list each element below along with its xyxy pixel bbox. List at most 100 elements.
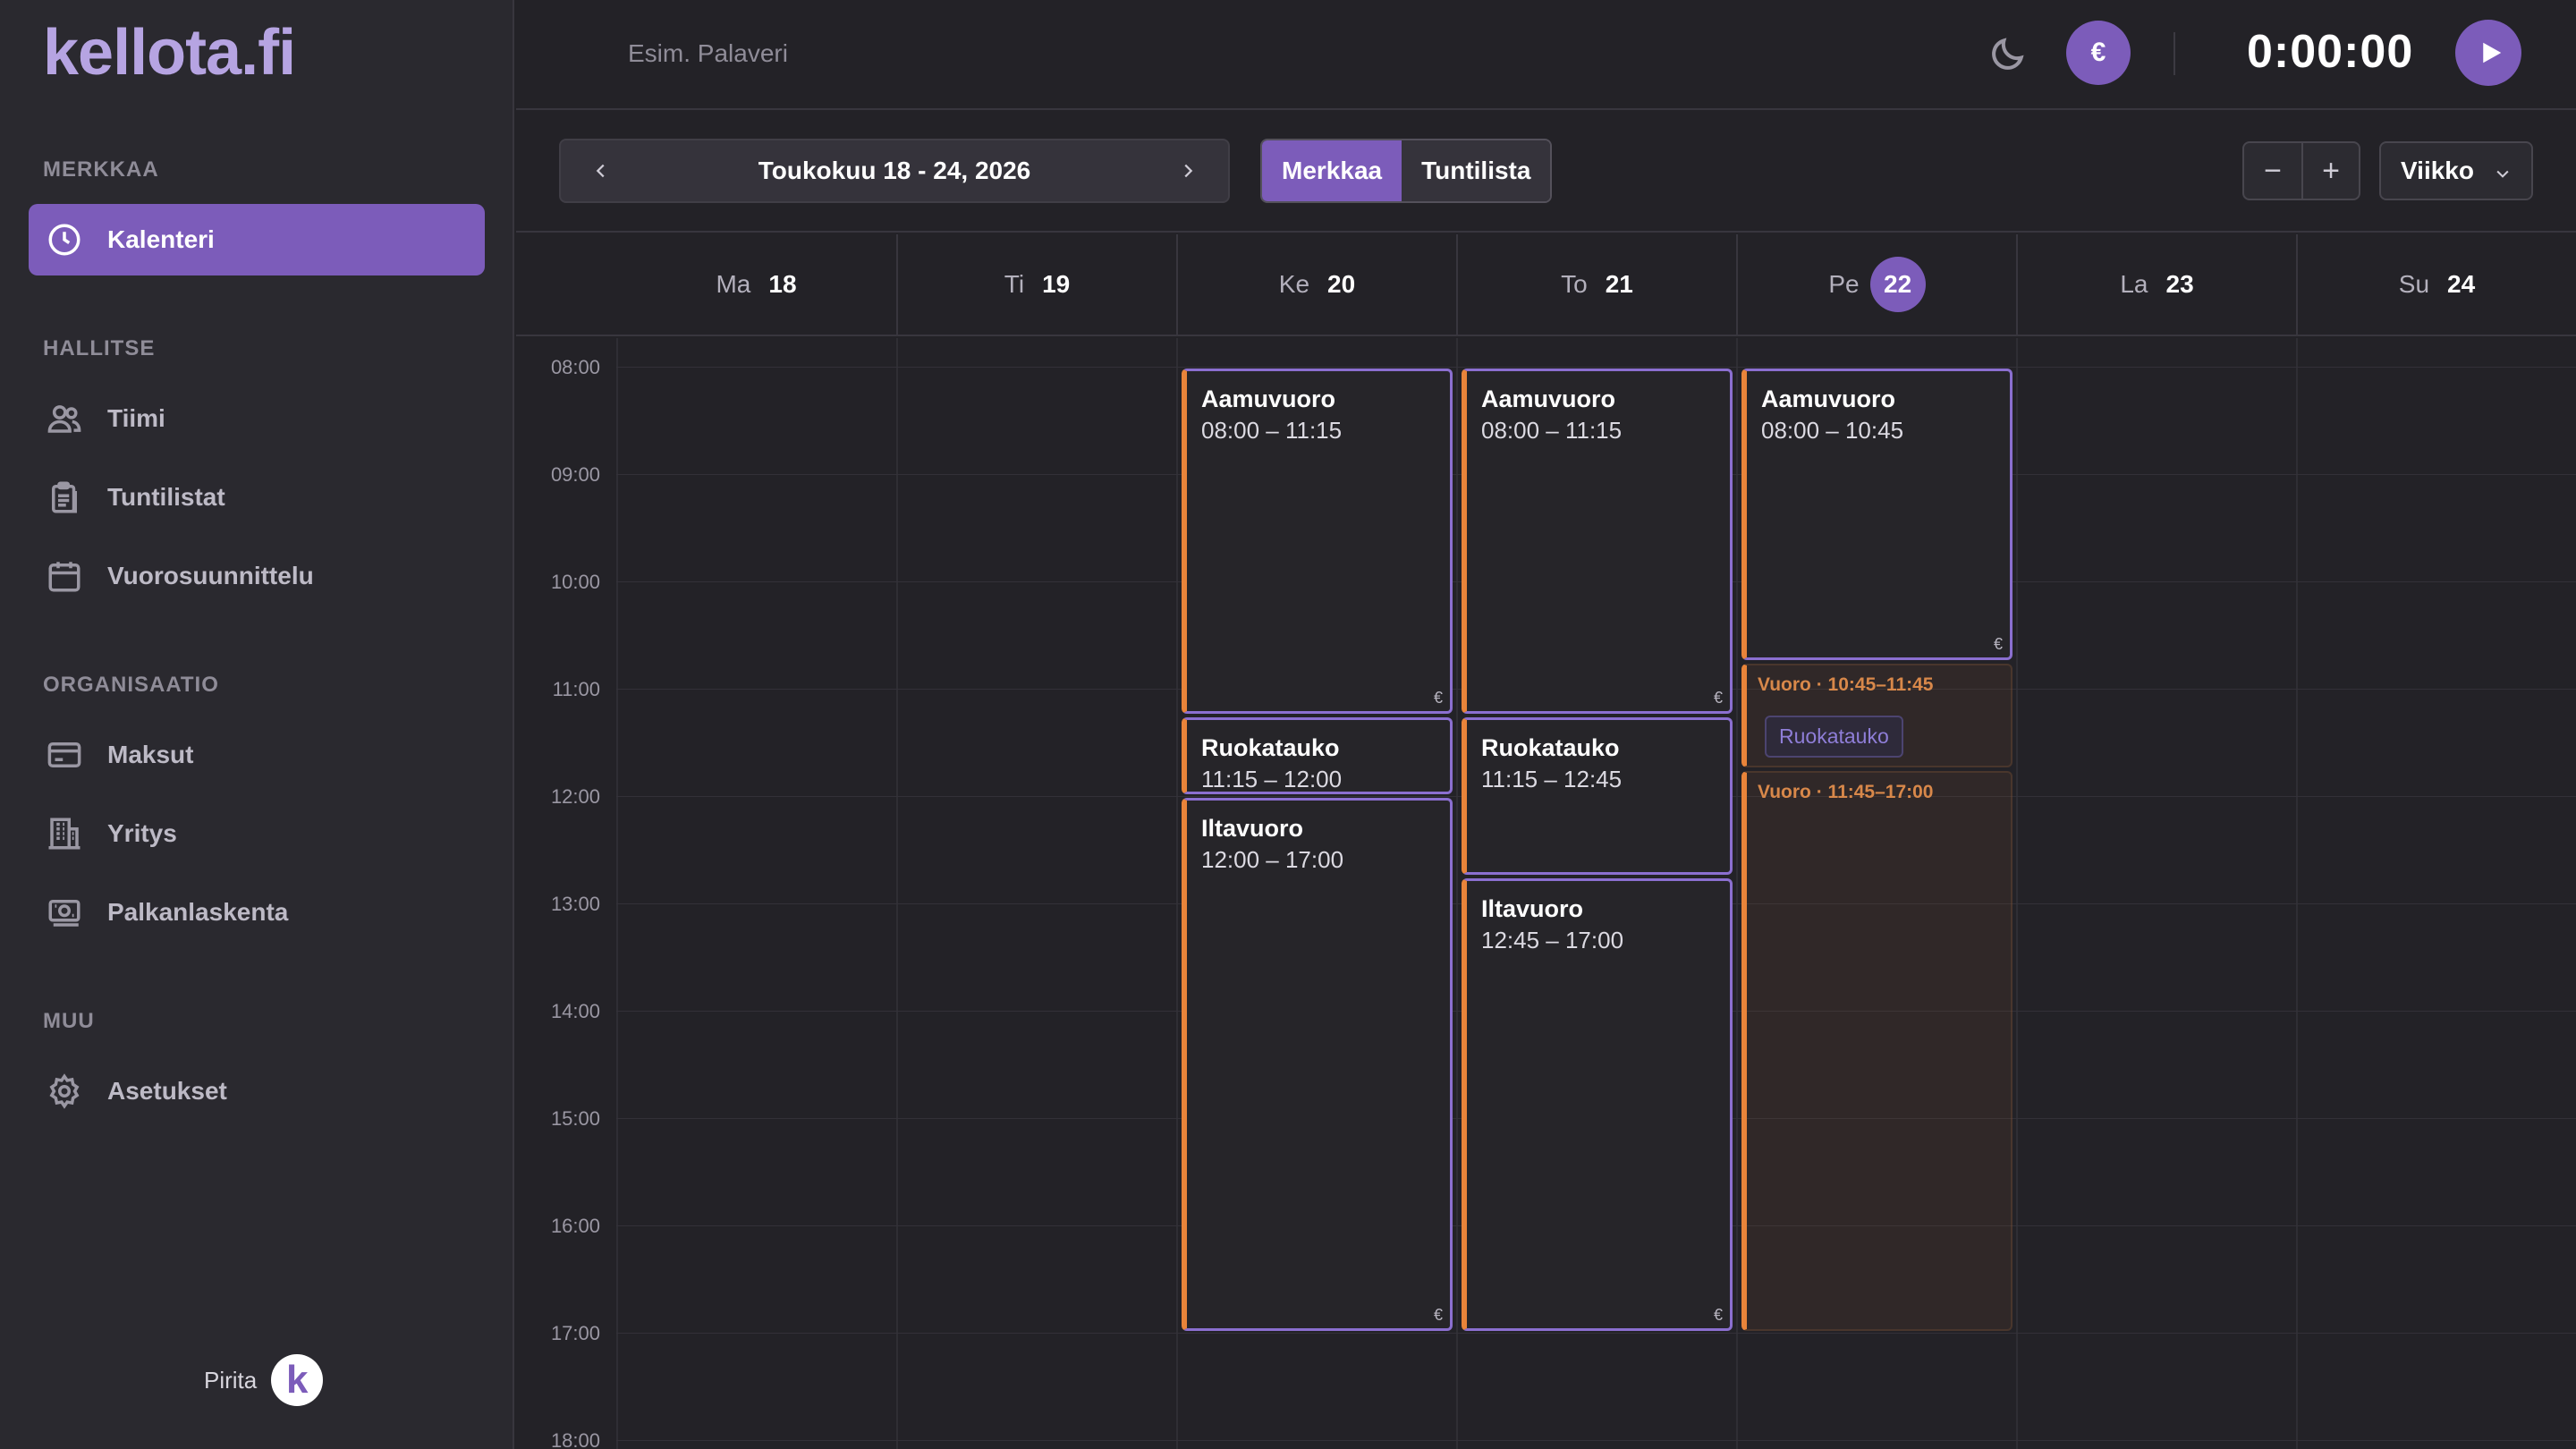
billable-euro-icon: €	[1433, 689, 1443, 707]
event-time: 08:00 – 10:45	[1761, 417, 1904, 444]
shift-block[interactable]: Vuoro · 10:45–11:45 Ruokatauko	[1741, 664, 2012, 767]
day-name: Pe	[1828, 270, 1860, 298]
zoom-controls: − +	[2242, 141, 2360, 200]
shift-block[interactable]: Vuoro · 11:45–17:00	[1741, 771, 2012, 1331]
chevron-down-icon	[2496, 170, 2509, 178]
sidebar-item-kalenteri[interactable]: Kalenteri	[29, 204, 485, 275]
date-navigator: Toukokuu 18 - 24, 2026	[559, 139, 1230, 203]
sidebar-item-label: Maksut	[107, 741, 194, 768]
day-column-divider	[1456, 338, 1458, 1449]
sidebar-item-yritys[interactable]: Yritys	[29, 798, 485, 869]
zoom-in-button[interactable]: +	[2301, 143, 2359, 199]
day-number: 23	[2165, 270, 2194, 298]
day-number: 20	[1327, 270, 1356, 298]
billable-euro-icon: €	[1713, 689, 1723, 707]
sidebar: kellota.fi MERKKAA Kalenteri HALLITSE Ti…	[0, 0, 514, 1449]
calendar-event[interactable]: Ruokatauko 11:15 – 12:00	[1182, 717, 1453, 794]
sidebar-item-tuntilistat[interactable]: Tuntilistat	[29, 462, 485, 533]
day-column-divider	[2296, 338, 2298, 1449]
sidebar-item-palkanlaskenta[interactable]: Palkanlaskenta	[29, 877, 485, 948]
hour-label: 13:00	[550, 893, 600, 915]
calendar-event[interactable]: Iltavuoro 12:00 – 17:00 €	[1182, 798, 1453, 1331]
view-select[interactable]: Viikko	[2379, 141, 2533, 200]
day-name: Ma	[716, 270, 751, 298]
day-name: La	[2120, 270, 2148, 298]
calendar-event[interactable]: Aamuvuoro 08:00 – 11:15 €	[1462, 369, 1733, 714]
section-title-muu: MUU	[43, 1009, 95, 1033]
day-header-su[interactable]: Su 24	[2296, 234, 2576, 335]
user-profile[interactable]: Pirita k	[204, 1354, 324, 1406]
day-header-row: Ma 18 Ti 19 Ke 20 To 21 Pe 22 La 23 Su 24	[516, 234, 2576, 336]
event-title: Iltavuoro	[1201, 815, 1304, 842]
hour-label: 15:00	[550, 1107, 600, 1130]
clock-icon	[45, 220, 84, 259]
play-icon	[2482, 42, 2501, 64]
day-name: To	[1561, 270, 1588, 298]
hour-label: 16:00	[550, 1215, 600, 1237]
event-title: Ruokatauko	[1201, 734, 1340, 761]
hour-label: 11:00	[552, 678, 600, 700]
event-time: 12:45 – 17:00	[1481, 927, 1624, 953]
day-number: 18	[768, 270, 797, 298]
sidebar-item-vuorosuunnittelu[interactable]: Vuorosuunnittelu	[29, 540, 485, 612]
day-name: Su	[2398, 270, 2430, 298]
calendar-grid[interactable]: 08:00 09:00 10:00 11:00 12:00 13:00 14:00 15:00…	[516, 338, 2576, 1449]
event-time: 11:15 – 12:00	[1201, 766, 1343, 792]
day-number: 19	[1042, 270, 1071, 298]
calendar-event[interactable]: Ruokatauko 11:15 – 12:45	[1462, 717, 1733, 875]
event-title: Aamuvuoro	[1481, 386, 1616, 412]
break-badge[interactable]: Ruokatauko	[1765, 716, 1903, 758]
day-header-ke[interactable]: Ke 20	[1176, 234, 1456, 335]
sidebar-item-label: Vuorosuunnittelu	[107, 562, 314, 589]
start-timer-button[interactable]	[2455, 20, 2521, 86]
app-logo[interactable]: kellota.fi	[43, 16, 296, 89]
event-time: 11:15 – 12:45	[1481, 766, 1623, 792]
day-header-ma[interactable]: Ma 18	[616, 234, 896, 335]
sidebar-item-tiimi[interactable]: Tiimi	[29, 383, 485, 454]
sidebar-item-label: Tiimi	[107, 404, 165, 432]
section-title-organisaatio: ORGANISAATIO	[43, 673, 219, 697]
avatar: k	[271, 1354, 324, 1406]
calendar-event[interactable]: Aamuvuoro 08:00 – 11:15 €	[1182, 369, 1453, 714]
day-header-to[interactable]: To 21	[1456, 234, 1736, 335]
day-column-divider	[1736, 338, 1738, 1449]
timer-display: 0:00:00	[2247, 26, 2414, 78]
dark-mode-toggle[interactable]	[1981, 27, 2035, 80]
event-title: Aamuvuoro	[1201, 386, 1336, 412]
calendar-event[interactable]: Iltavuoro 12:45 – 17:00 €	[1462, 878, 1733, 1331]
mode-tabs: Merkkaa Tuntilista	[1260, 139, 1553, 203]
day-column-divider	[616, 338, 618, 1449]
hour-gridline	[616, 367, 2576, 368]
day-header-la[interactable]: La 23	[2016, 234, 2296, 335]
sidebar-item-label: Palkanlaskenta	[107, 898, 289, 926]
billable-toggle-button[interactable]: €	[2066, 21, 2131, 85]
sidebar-item-asetukset[interactable]: Asetukset	[29, 1055, 485, 1127]
sidebar-item-label: Tuntilistat	[107, 483, 225, 511]
chevron-left-icon	[596, 164, 605, 178]
hour-label: 08:00	[550, 356, 600, 378]
tab-merkkaa[interactable]: Merkkaa	[1262, 140, 1402, 201]
hour-label: 10:00	[550, 571, 600, 593]
hour-label: 14:00	[550, 1000, 600, 1022]
view-select-value: Viikko	[2401, 157, 2474, 184]
tab-tuntilista[interactable]: Tuntilista	[1402, 140, 1551, 201]
day-column-divider	[1176, 338, 1178, 1449]
calendar-icon	[45, 556, 84, 596]
money-icon	[45, 893, 84, 932]
task-description-input[interactable]	[628, 36, 1165, 72]
zoom-out-button[interactable]: −	[2244, 143, 2301, 199]
today-date-badge: 22	[1869, 257, 1926, 312]
day-name: Ti	[1004, 270, 1025, 298]
day-header-pe[interactable]: Pe 22	[1736, 234, 2016, 335]
event-time: 08:00 – 11:15	[1201, 417, 1343, 444]
next-week-button[interactable]	[1174, 157, 1201, 184]
moon-icon	[1992, 38, 2024, 70]
day-header-ti[interactable]: Ti 19	[896, 234, 1176, 335]
day-name: Ke	[1278, 270, 1310, 298]
sidebar-item-maksut[interactable]: Maksut	[29, 719, 485, 791]
calendar-event[interactable]: Aamuvuoro 08:00 – 10:45 €	[1741, 369, 2012, 660]
building-icon	[45, 814, 84, 853]
sidebar-item-label: Kalenteri	[107, 225, 215, 253]
previous-week-button[interactable]	[588, 157, 614, 184]
date-range-label: Toukokuu 18 - 24, 2026	[758, 157, 1031, 184]
